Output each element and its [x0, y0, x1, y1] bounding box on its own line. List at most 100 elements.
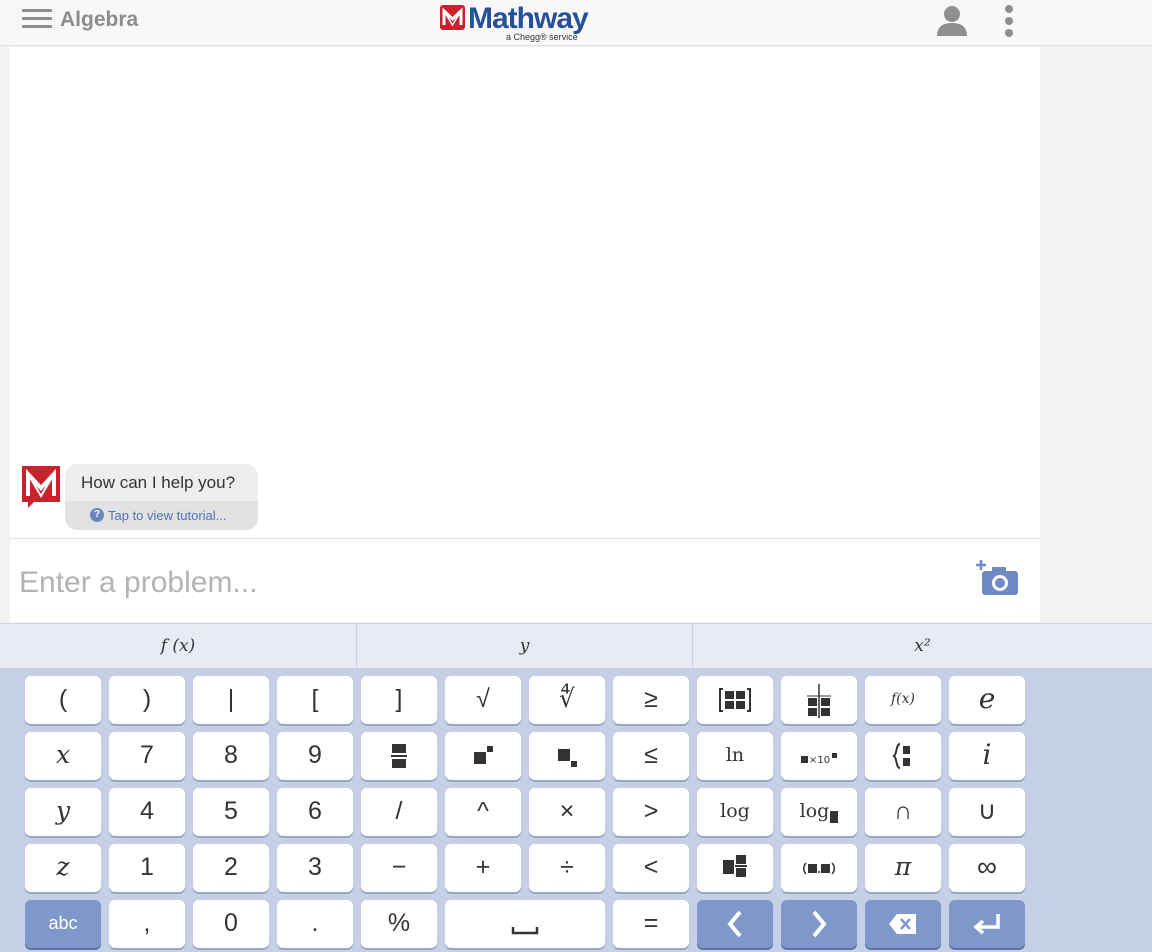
key-6[interactable]: 6: [277, 788, 353, 836]
key-intersection[interactable]: ∩: [865, 788, 941, 836]
key-natural-log[interactable]: ln: [697, 732, 773, 780]
key-caret[interactable]: ^: [445, 788, 521, 836]
logo-wordmark: Mathway: [468, 2, 589, 35]
key-square-root[interactable]: √: [445, 676, 521, 724]
key-space[interactable]: [445, 900, 605, 948]
fraction-icon: [391, 744, 407, 768]
key-minus[interactable]: −: [361, 844, 437, 892]
key-enter[interactable]: [949, 900, 1025, 948]
math-keypad: ( ) | [ ] √ ∜ ≥ f(x) e x 7 8 9 ≤ ln ×10 …: [0, 668, 1152, 952]
superscript-icon: [474, 746, 493, 764]
subject-title[interactable]: Algebra: [60, 8, 138, 32]
key-0[interactable]: 0: [193, 900, 269, 948]
key-infinity[interactable]: ∞: [949, 844, 1025, 892]
key-cursor-right[interactable]: [781, 900, 857, 948]
key-euler-e[interactable]: e: [949, 676, 1025, 724]
logo-tagline: a Chegg® service: [506, 32, 578, 42]
key-x[interactable]: x: [25, 732, 101, 780]
table-icon: [807, 684, 831, 718]
space-icon: [511, 927, 539, 935]
key-left-bracket[interactable]: [: [277, 676, 353, 724]
tab-exponent[interactable]: x²: [693, 624, 1152, 669]
mixed-number-icon: [723, 855, 747, 877]
key-decimal[interactable]: .: [277, 900, 353, 948]
key-1[interactable]: 1: [109, 844, 185, 892]
chat-area: How can I help you? ? Tap to view tutori…: [10, 47, 1040, 538]
top-bar: Algebra Mathway a Chegg® service: [0, 0, 1152, 46]
key-absolute-value[interactable]: |: [193, 676, 269, 724]
key-comma[interactable]: ,: [109, 900, 185, 948]
key-log-base[interactable]: log: [781, 788, 857, 836]
key-nth-root[interactable]: ∜: [529, 676, 605, 724]
help-icon: ?: [90, 508, 104, 522]
key-y[interactable]: y: [25, 788, 101, 836]
key-3[interactable]: 3: [277, 844, 353, 892]
problem-input-row: [10, 538, 1040, 622]
tutorial-link[interactable]: ? Tap to view tutorial...: [65, 501, 258, 530]
add-photo-camera-icon[interactable]: [976, 559, 1020, 599]
tab-variable[interactable]: y: [357, 624, 693, 669]
interval-icon: [803, 862, 835, 875]
key-matrix[interactable]: [697, 676, 773, 724]
key-superscript[interactable]: [445, 732, 521, 780]
key-divide[interactable]: ÷: [529, 844, 605, 892]
key-left-paren[interactable]: (: [25, 676, 101, 724]
key-mixed-number[interactable]: [697, 844, 773, 892]
key-right-bracket[interactable]: ]: [361, 676, 437, 724]
more-options-icon[interactable]: [1003, 5, 1015, 37]
piecewise-icon: [892, 743, 910, 769]
mathway-logo: Mathway a Chegg® service: [440, 2, 610, 43]
key-less-equal[interactable]: ≤: [613, 732, 689, 780]
key-function[interactable]: f(x): [865, 676, 941, 724]
left-arrow-icon: [727, 910, 742, 938]
key-plus[interactable]: +: [445, 844, 521, 892]
tutorial-link-text[interactable]: Tap to view tutorial...: [108, 508, 227, 523]
mathway-bot-avatar-icon: [20, 464, 62, 510]
key-cursor-left[interactable]: [697, 900, 773, 948]
user-account-icon[interactable]: [934, 4, 970, 36]
key-fraction[interactable]: [361, 732, 437, 780]
key-right-paren[interactable]: ): [109, 676, 185, 724]
log-base-icon: [830, 811, 839, 823]
key-piecewise[interactable]: [865, 732, 941, 780]
key-9[interactable]: 9: [277, 732, 353, 780]
key-8[interactable]: 8: [193, 732, 269, 780]
mathway-logo-mark-icon: [440, 5, 465, 30]
key-backspace[interactable]: [865, 900, 941, 948]
key-imaginary-i[interactable]: i: [949, 732, 1025, 780]
key-5[interactable]: 5: [193, 788, 269, 836]
key-subscript[interactable]: [529, 732, 605, 780]
key-less-than[interactable]: <: [613, 844, 689, 892]
hamburger-menu-icon[interactable]: [22, 9, 52, 31]
key-abc[interactable]: abc: [25, 900, 101, 948]
key-percent[interactable]: %: [361, 900, 437, 948]
key-divide-slash[interactable]: /: [361, 788, 437, 836]
sci-notation-text: ×10: [809, 755, 830, 766]
tab-function[interactable]: f (x): [0, 624, 357, 669]
key-4[interactable]: 4: [109, 788, 185, 836]
problem-input[interactable]: [19, 561, 919, 605]
key-interval[interactable]: [781, 844, 857, 892]
key-equals[interactable]: =: [613, 900, 689, 948]
enter-icon: [973, 914, 1000, 935]
key-pi[interactable]: π: [865, 844, 941, 892]
key-table[interactable]: [781, 676, 857, 724]
key-multiply[interactable]: ×: [529, 788, 605, 836]
log-base-text: log: [799, 800, 830, 822]
key-z[interactable]: z: [25, 844, 101, 892]
keypad-tabs: f (x) y x²: [0, 623, 1152, 669]
backspace-icon: [889, 914, 916, 934]
key-union[interactable]: ∪: [949, 788, 1025, 836]
right-arrow-icon: [812, 910, 827, 938]
bot-greeting-text: How can I help you?: [81, 473, 236, 492]
key-greater-equal[interactable]: ≥: [613, 676, 689, 724]
key-scientific-notation[interactable]: ×10: [781, 732, 857, 780]
bot-message-bubble: How can I help you? ? Tap to view tutori…: [65, 464, 258, 530]
matrix-icon: [719, 688, 751, 712]
key-log[interactable]: log: [697, 788, 773, 836]
key-2[interactable]: 2: [193, 844, 269, 892]
key-7[interactable]: 7: [109, 732, 185, 780]
key-greater-than[interactable]: >: [613, 788, 689, 836]
subscript-icon: [558, 749, 577, 767]
scientific-notation-icon: ×10: [801, 753, 837, 766]
